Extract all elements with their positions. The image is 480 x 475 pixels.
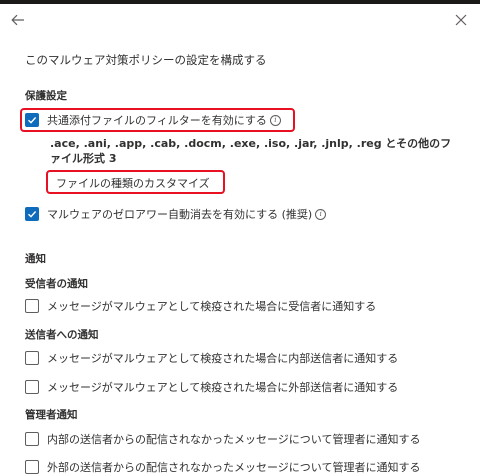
internal-sender-notify-checkbox[interactable] bbox=[25, 351, 39, 365]
highlight-box-customize-file-types bbox=[46, 170, 225, 194]
sender-notifications-heading: 送信者への通知 bbox=[25, 329, 99, 341]
zap-checkbox[interactable] bbox=[25, 207, 39, 221]
external-sender-notify-checkbox[interactable] bbox=[25, 380, 39, 394]
recipient-notify-label: メッセージがマルウェアとして検疫された場合に受信者に通知する bbox=[47, 300, 377, 313]
protection-settings-heading: 保護設定 bbox=[25, 90, 67, 102]
recipient-notify-checkbox[interactable] bbox=[25, 299, 39, 313]
admin-notifications-heading: 管理者通知 bbox=[25, 409, 78, 421]
highlight-box-common-attachments bbox=[20, 108, 295, 132]
notifications-heading: 通知 bbox=[25, 253, 46, 265]
zap-label: マルウェアのゼロアワー自動消去を有効にする (推奨) bbox=[47, 208, 313, 221]
recipient-notifications-heading: 受信者の通知 bbox=[25, 278, 88, 290]
internal-admin-notify-row[interactable]: 内部の送信者からの配信されなかったメッセージについて管理者に通知する bbox=[25, 431, 420, 447]
checkmark-icon bbox=[28, 211, 37, 218]
close-icon[interactable] bbox=[455, 14, 467, 26]
file-types-list: .ace, .ani, .app, .cab, .docm, .exe, .is… bbox=[50, 137, 452, 165]
window-top-border bbox=[0, 0, 480, 4]
internal-admin-notify-checkbox[interactable] bbox=[25, 432, 39, 446]
zap-row[interactable]: マルウェアのゼロアワー自動消去を有効にする (推奨) i bbox=[25, 206, 327, 222]
recipient-notify-row[interactable]: メッセージがマルウェアとして検疫された場合に受信者に通知する bbox=[25, 298, 376, 314]
internal-sender-notify-row[interactable]: メッセージがマルウェアとして検疫された場合に内部送信者に通知する bbox=[25, 350, 398, 366]
internal-sender-notify-label: メッセージがマルウェアとして検疫された場合に内部送信者に通知する bbox=[47, 352, 399, 365]
internal-admin-notify-label: 内部の送信者からの配信されなかったメッセージについて管理者に通知する bbox=[47, 433, 421, 446]
info-icon[interactable]: i bbox=[315, 208, 327, 220]
back-arrow-icon[interactable] bbox=[10, 12, 26, 28]
external-sender-notify-row[interactable]: メッセージがマルウェアとして検疫された場合に外部送信者に通知する bbox=[25, 379, 398, 395]
external-admin-notify-checkbox[interactable] bbox=[25, 460, 39, 474]
external-sender-notify-label: メッセージがマルウェアとして検疫された場合に外部送信者に通知する bbox=[47, 381, 399, 394]
panel-subtitle: このマルウェア対策ポリシーの設定を構成する bbox=[25, 53, 267, 67]
